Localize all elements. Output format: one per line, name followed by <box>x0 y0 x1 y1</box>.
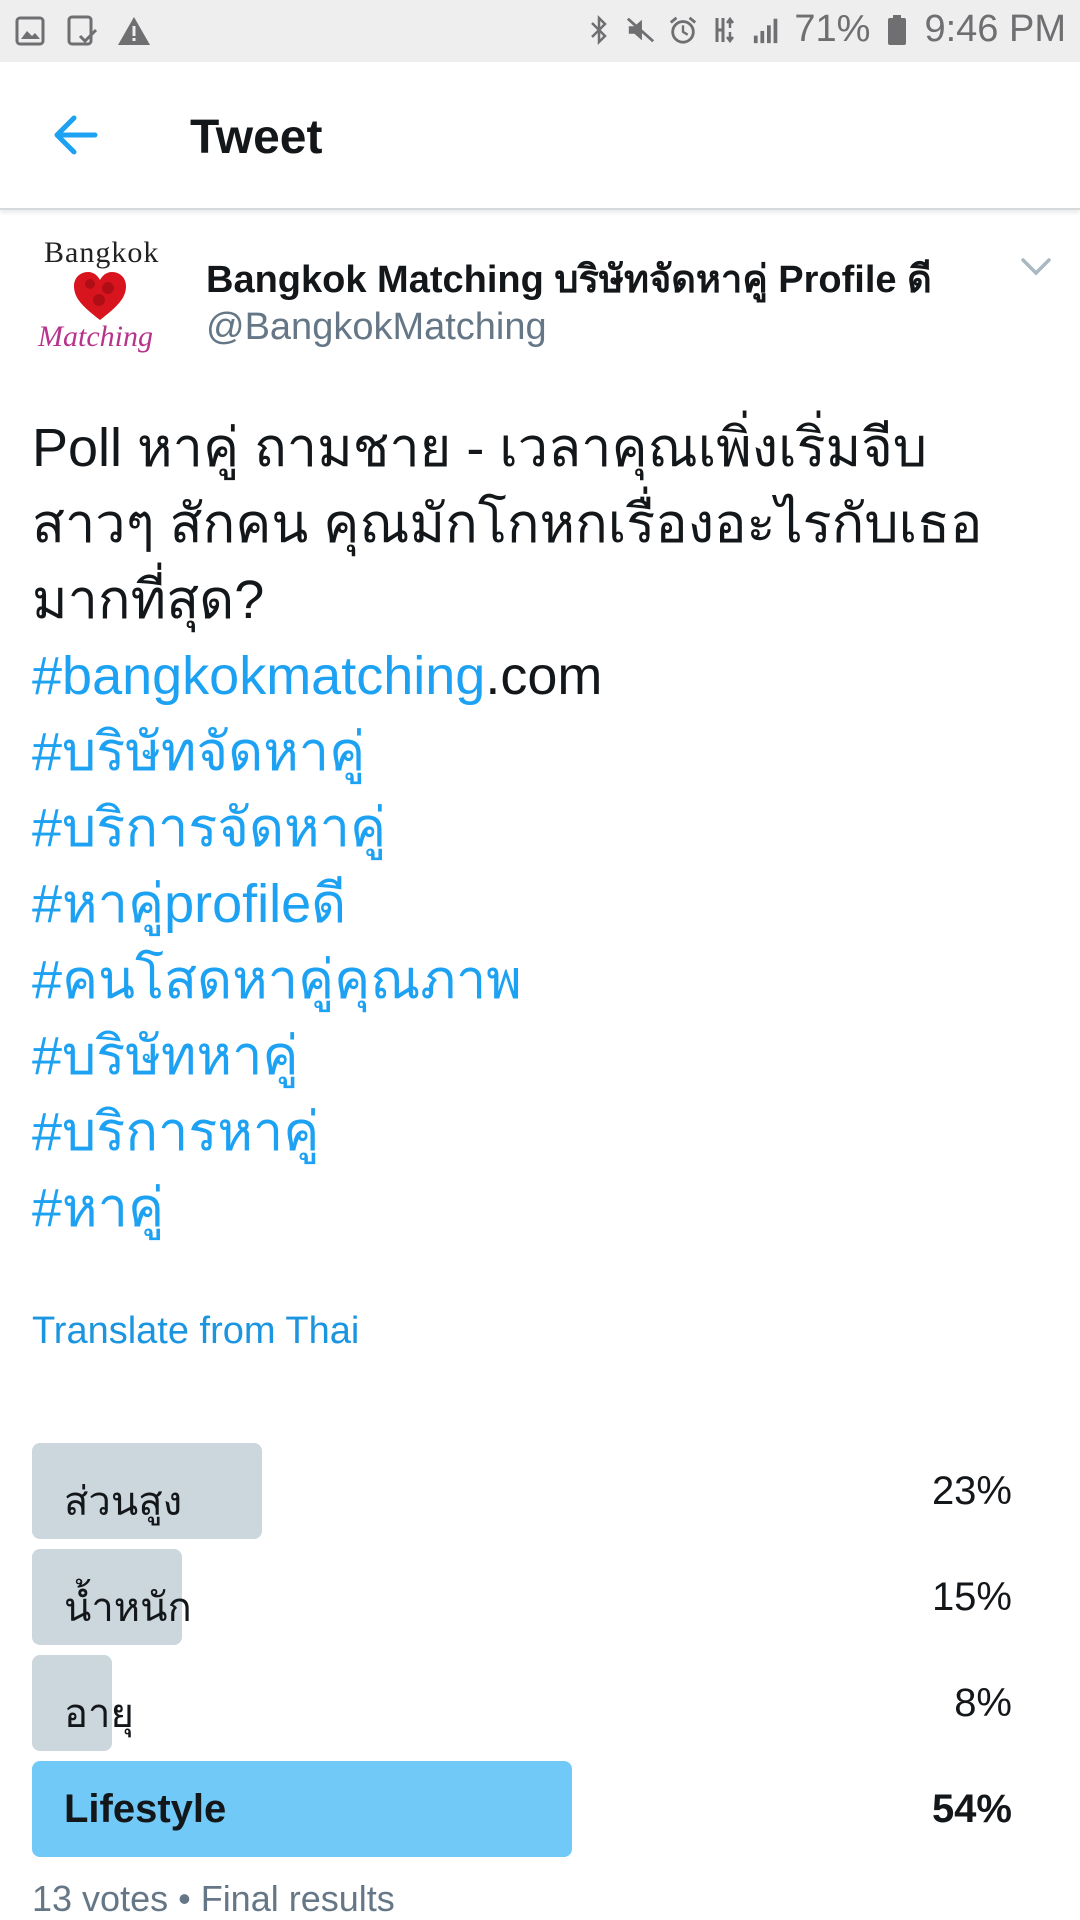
hashtag-link[interactable]: #บริการจัดหาคู่ <box>32 790 1052 866</box>
poll-option-percent: 15% <box>931 1575 1012 1619</box>
avatar-bottom-text: Matching <box>38 320 153 353</box>
tweet-line: สาวๆ สักคน คุณมักโกหกเรื่องอะไรกับเธอ <box>32 494 983 554</box>
poll-option: น้ำหนัก 15% <box>32 1549 1012 1645</box>
data-icon <box>710 12 740 48</box>
page-title: Tweet <box>190 111 323 164</box>
tweet-line: Poll หาคู่ ถามชาย - เวลาคุณเพิ่งเริ่มจีบ <box>32 418 928 478</box>
alarm-icon <box>668 12 698 48</box>
status-bar: 71% 9:46 PM <box>0 0 1080 62</box>
avatar-top-text: Bangkok <box>44 236 160 269</box>
hashtag-link[interactable]: #บริษัทหาคู่ <box>32 1018 1052 1094</box>
app-bar: Tweet <box>0 62 1080 210</box>
clock: 9:46 PM <box>924 8 1066 50</box>
heart-icon <box>74 272 126 320</box>
author-name[interactable]: Bangkok Matching บริษัทจัดหาคู่ Profile … <box>206 248 932 309</box>
hashtag-link[interactable]: #หาคู่ <box>32 1170 1052 1246</box>
hashtag-link[interactable]: #หาคู่profileดี <box>32 866 1052 942</box>
poll-option-percent: 54% <box>931 1787 1012 1831</box>
hashtag-link[interactable]: #บริการหาคู่ <box>32 1094 1052 1170</box>
bluetooth-icon <box>584 12 614 48</box>
back-button[interactable] <box>42 110 108 160</box>
poll-option-label: ส่วนสูง <box>64 1480 183 1524</box>
hashtag-link[interactable]: #bangkokmatching <box>32 646 485 706</box>
mute-icon <box>626 12 656 48</box>
tweet-link-line: #bangkokmatching.com <box>32 638 1052 714</box>
poll-option: Lifestyle 54% <box>32 1761 1012 1857</box>
warning-icon <box>116 13 152 49</box>
poll-option-label: อายุ <box>64 1692 134 1736</box>
battery-percent: 71% <box>794 8 871 50</box>
poll-option-label: Lifestyle <box>64 1787 227 1831</box>
battery-icon <box>882 12 912 48</box>
more-options-button[interactable] <box>1018 254 1054 280</box>
translate-link[interactable]: Translate from Thai <box>32 1310 359 1353</box>
poll-option-percent: 8% <box>954 1681 1012 1725</box>
tablet-check-icon <box>64 13 100 49</box>
poll: ส่วนสูง 23% น้ำหนัก 15% อายุ 8% Lifestyl… <box>32 1443 1012 1867</box>
poll-footer: 13 votes • Final results <box>32 1878 395 1919</box>
poll-option: อายุ 8% <box>32 1655 1012 1751</box>
hashtag-link[interactable]: #คนโสดหาคู่คุณภาพ <box>32 942 1052 1018</box>
signal-icon <box>752 12 782 48</box>
hashtag-link[interactable]: #บริษัทจัดหาคู่ <box>32 714 1052 790</box>
tweet-line: มากที่สุด? <box>32 570 265 630</box>
author-handle[interactable]: @BangkokMatching <box>206 306 547 349</box>
tweet-text: Poll หาคู่ ถามชาย - เวลาคุณเพิ่งเริ่มจีบ… <box>32 410 1052 1246</box>
link-suffix: .com <box>485 646 603 706</box>
chevron-down-icon <box>1021 258 1051 276</box>
status-right-icons: 71% 9:46 PM <box>584 8 1066 51</box>
status-left-icons <box>12 13 152 49</box>
avatar[interactable]: Bangkok Matching <box>30 232 170 360</box>
poll-option: ส่วนสูง 23% <box>32 1443 1012 1539</box>
poll-option-percent: 23% <box>931 1469 1012 1513</box>
image-icon <box>12 13 48 49</box>
arrow-left-icon <box>54 115 98 155</box>
poll-option-label: น้ำหนัก <box>64 1586 192 1630</box>
